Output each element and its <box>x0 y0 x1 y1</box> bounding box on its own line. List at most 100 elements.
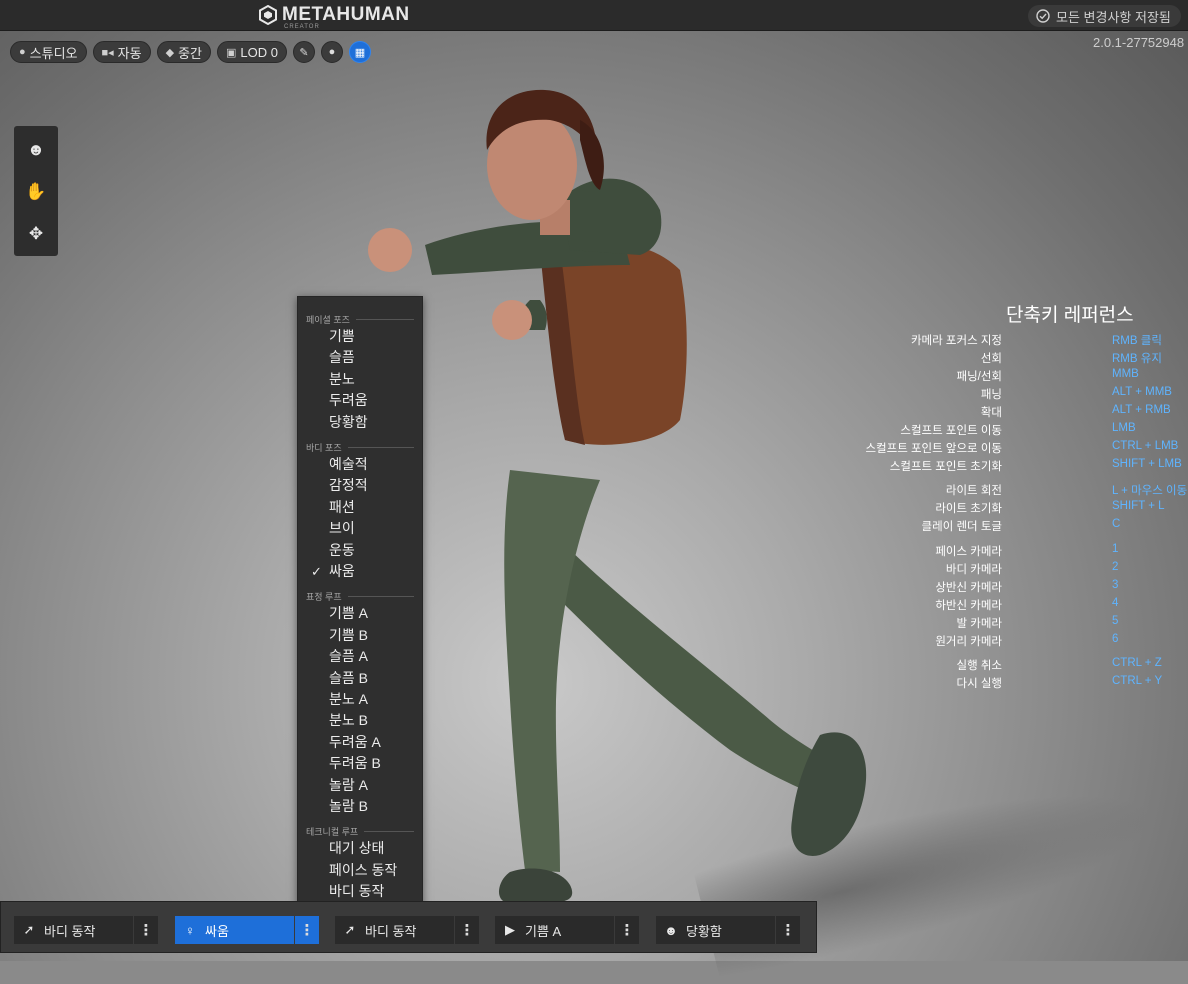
menu-item[interactable]: 패션 <box>298 497 422 518</box>
more-options-button[interactable]: ⋮ <box>615 916 639 944</box>
animation-slot: ☻ 당황함 ⋮ <box>656 916 800 944</box>
menu-item[interactable]: 두려움 <box>298 390 422 411</box>
animation-slot-button[interactable]: ♀ 싸움 <box>175 916 294 944</box>
head-toggle-button[interactable]: ● <box>320 41 343 63</box>
more-options-button[interactable]: ⋮ <box>295 916 319 944</box>
menu-item-label: 슬픔 <box>329 349 355 366</box>
shortcut-key: 5 <box>1112 615 1119 627</box>
hair-icon: ✎ <box>299 46 309 59</box>
shortcut-row: 라이트 회전 L + 마우스 이동 <box>900 482 1188 500</box>
menu-item[interactable]: 바디 동작 <box>298 881 422 902</box>
hand-icon: ✋ <box>25 182 47 201</box>
lightbulb-icon: ● <box>19 46 26 58</box>
menu-item[interactable]: 분노 <box>298 369 422 390</box>
face-camera-tool[interactable]: ☻ <box>24 138 48 162</box>
menu-item-label: 슬픔 B <box>329 669 368 686</box>
shortcut-key: SHIFT + LMB <box>1112 458 1182 470</box>
lighting-dropdown[interactable]: ● 스튜디오 <box>10 41 87 63</box>
menu-item[interactable]: 브이 <box>298 518 422 539</box>
menu-item[interactable]: 대기 상태 <box>298 838 422 859</box>
menu-section-title: 바디 포즈 <box>306 442 342 453</box>
save-status-text: 모든 변경사항 저장됨 <box>1056 9 1171 25</box>
menu-item-label: 두려움 B <box>329 755 381 772</box>
sculpt-tool[interactable]: ✋ <box>24 180 48 204</box>
lod-label: LOD 0 <box>240 44 278 60</box>
viewport-tool-panel: ☻ ✋ ✥ <box>14 126 58 256</box>
character-model <box>368 89 867 902</box>
menu-section-header: 표정 루프 <box>306 590 414 602</box>
menu-item-label: 기쁨 <box>329 328 355 344</box>
menu-item-label: 대기 상태 <box>329 840 385 857</box>
menu-section-title: 표정 루프 <box>306 591 342 602</box>
shortcut-key: C <box>1112 518 1121 530</box>
animation-slot-button[interactable]: ▶ 기쁨 A <box>495 916 614 944</box>
menu-item[interactable]: 기쁨 B <box>298 625 422 646</box>
menu-item[interactable]: 분노 B <box>298 710 422 731</box>
cube-icon: ▣ <box>225 46 237 59</box>
menu-item[interactable]: 두려움 B <box>298 753 422 774</box>
menu-item[interactable]: 페이스 동작 <box>298 860 422 881</box>
hair-toggle-button[interactable]: ✎ <box>292 41 315 63</box>
shortcut-action: 스컬프트 포인트 초기화 <box>889 461 1002 473</box>
shortcut-key: 2 <box>1112 561 1119 573</box>
animation-slot: ▶ 기쁨 A ⋮ <box>495 916 639 944</box>
animation-bar: ➚ 바디 동작 ⋮ ♀ 싸움 ⋮ ➚ 바디 동작 ⋮ ▶ 기쁨 A ⋮ ☻ 당황함 ⋮ <box>0 901 817 953</box>
logo-subtext: CREATOR <box>284 24 320 30</box>
menu-item-label: 분노 A <box>329 691 368 707</box>
shortcut-row: 라이트 초기화 SHIFT + L <box>900 500 1188 518</box>
shortcut-key: ALT + RMB <box>1112 404 1171 416</box>
animation-slot-label: 당황함 <box>686 923 722 939</box>
menu-item[interactable]: 운동 <box>298 540 422 561</box>
menu-item[interactable]: ✓ 싸움 <box>298 561 422 582</box>
menu-item[interactable]: 감정적 <box>298 475 422 496</box>
animation-slot-button[interactable]: ➚ 바디 동작 <box>14 916 133 944</box>
shortcut-key: CTRL + LMB <box>1112 440 1179 452</box>
shortcut-row: 확대 ALT + RMB <box>900 404 1188 422</box>
camera-dropdown[interactable]: ■◂ 자동 <box>92 41 151 63</box>
lod-dropdown[interactable]: ▣ LOD 0 <box>216 41 287 63</box>
animation-slot-button[interactable]: ☻ 당황함 <box>656 916 775 944</box>
menu-item-label: 감정적 <box>329 477 368 494</box>
animation-slot: ➚ 바디 동작 ⋮ <box>335 916 479 944</box>
animation-slot-button[interactable]: ➚ 바디 동작 <box>335 916 454 944</box>
keyboard-icon: ▦ <box>354 46 366 59</box>
menu-item[interactable]: 분노 A <box>298 689 422 710</box>
shortcut-row: 상반신 카메라 3 <box>900 579 1188 597</box>
menu-item[interactable]: 놀람 B <box>298 796 422 817</box>
more-options-button[interactable]: ⋮ <box>776 916 800 944</box>
shortcut-row: 클레이 렌더 토글 C <box>900 518 1188 536</box>
quality-label: 중간 <box>178 45 202 61</box>
shortcut-key: RMB 유지 <box>1112 353 1162 365</box>
move-tool[interactable]: ✥ <box>24 222 48 246</box>
shortcut-row: 원거리 카메라 6 <box>900 633 1188 651</box>
menu-item[interactable]: 슬픔 <box>298 347 422 368</box>
menu-item[interactable]: 슬픔 B <box>298 668 422 689</box>
more-options-button[interactable]: ⋮ <box>455 916 479 944</box>
head-icon: ● <box>328 46 336 58</box>
menu-item[interactable]: 두려움 A <box>298 732 422 753</box>
diamond-icon: ◆ <box>165 46 175 59</box>
check-circle-icon <box>1036 9 1050 23</box>
shortcut-row: 패닝/선회 MMB <box>900 368 1188 386</box>
shortcut-key: MMB <box>1112 368 1139 380</box>
menu-item[interactable]: 놀람 A <box>298 775 422 796</box>
animation-slot-label: 싸움 <box>205 923 229 939</box>
shortcut-action: 확대 <box>980 407 1002 419</box>
more-options-button[interactable]: ⋮ <box>134 916 158 944</box>
shortcut-key: ALT + MMB <box>1112 386 1172 398</box>
top-bar: METAHUMAN CREATOR 모든 변경사항 저장됨 <box>0 0 1188 31</box>
shortcut-row: 다시 실행 CTRL + Y <box>900 675 1188 693</box>
animation-slot-label: 기쁨 A <box>525 923 562 939</box>
menu-item[interactable]: 예술적 <box>298 454 422 475</box>
animation-slot: ➚ 바디 동작 ⋮ <box>14 916 158 944</box>
menu-item[interactable]: 기쁨 A <box>298 603 422 624</box>
menu-item[interactable]: 슬픔 A <box>298 646 422 667</box>
shortcut-row: 실행 취소 CTRL + Z <box>900 657 1188 675</box>
camera-icon: ■◂ <box>101 46 114 59</box>
shortcut-row: 선회 RMB 유지 <box>900 350 1188 368</box>
running-figure-icon: ➚ <box>23 922 35 937</box>
keyboard-shortcuts-button[interactable]: ▦ <box>348 41 371 63</box>
menu-item[interactable]: 당황함 <box>298 412 422 433</box>
menu-item[interactable]: 기쁨 <box>298 326 422 347</box>
quality-dropdown[interactable]: ◆ 중간 <box>156 41 211 63</box>
